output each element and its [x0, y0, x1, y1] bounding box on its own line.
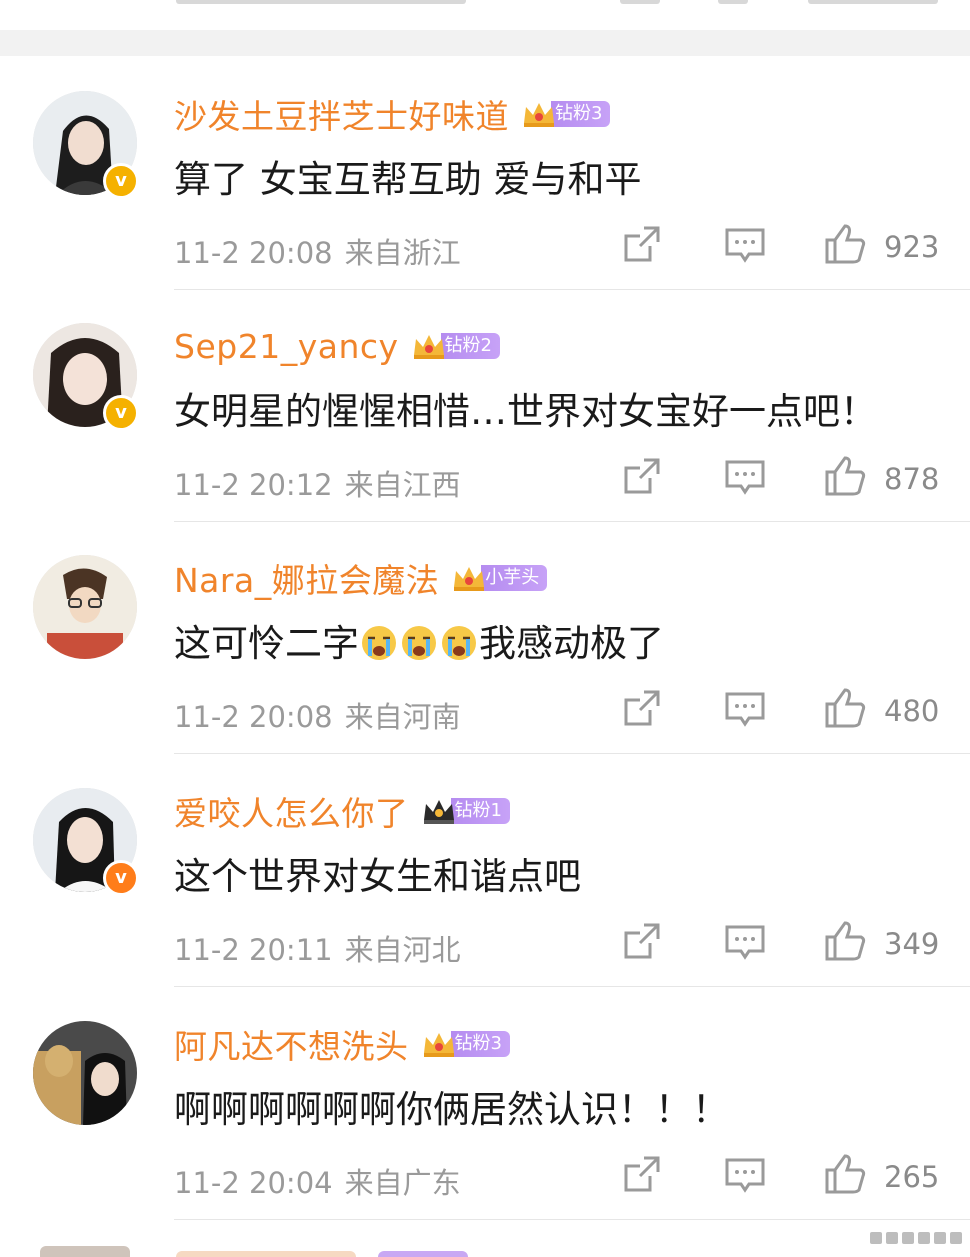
- comment-meta: 11-2 20:12 来自江西: [174, 462, 461, 504]
- comment-location: 来自广东: [344, 1166, 461, 1200]
- divider: [174, 1219, 970, 1220]
- comment-text: 啊啊啊啊啊啊你俩居然认识！！！: [174, 1088, 729, 1131]
- fan-badge-label: 钻粉3: [450, 1031, 510, 1057]
- thumbs-up-icon[interactable]: [823, 686, 867, 730]
- thumbs-up-icon[interactable]: [823, 919, 867, 963]
- section-separator: [0, 30, 970, 56]
- fan-badge[interactable]: 钻粉2: [411, 331, 500, 361]
- share-icon[interactable]: [620, 919, 664, 963]
- divider: [174, 986, 970, 987]
- crown-icon: [423, 800, 454, 824]
- watermark-dots: [870, 1232, 962, 1244]
- avatar[interactable]: [33, 555, 137, 659]
- fan-badge-label: 小芋头: [481, 565, 548, 591]
- comment-text: 这可怜二字 我感动极了: [174, 613, 664, 667]
- comment-item: v 沙发土豆拌芝士好味道 钻粉3 算了 女宝互帮互助 爱与和平 11-2 20:…: [0, 58, 970, 290]
- fan-badge-label: 钻粉2: [440, 333, 500, 359]
- username-link[interactable]: 爱咬人怎么你了: [174, 787, 409, 835]
- comment-meta: 11-2 20:08 来自浙江: [174, 230, 461, 272]
- divider: [174, 753, 970, 754]
- fan-badge[interactable]: 钻粉3: [521, 99, 611, 129]
- comment-text-part: 这可怜二字: [174, 622, 359, 665]
- like-count: 480: [884, 694, 940, 728]
- comment-time: 11-2 20:08: [174, 236, 333, 270]
- crying-emoji-icon: [442, 626, 476, 660]
- comment-text: 女明星的惺惺相惜…世界对女宝好一点吧！: [174, 390, 877, 433]
- comment-time: 11-2 20:08: [174, 700, 333, 734]
- crown-icon: [413, 335, 444, 359]
- like-count: 878: [884, 462, 940, 496]
- comment-item: 阿凡达不想洗头 钻粉3 啊啊啊啊啊啊你俩居然认识！！！ 11-2 20:04 来自…: [0, 988, 970, 1220]
- previous-post-action-bar: [0, 0, 970, 30]
- comment-icon[interactable]: [723, 454, 767, 498]
- comment-meta: 11-2 20:08 来自河南: [174, 694, 461, 736]
- comment-icon[interactable]: [723, 1152, 767, 1196]
- like-count: 349: [884, 927, 940, 961]
- crown-icon: [423, 1033, 454, 1057]
- username-link[interactable]: 阿凡达不想洗头: [174, 1020, 409, 1068]
- fan-badge[interactable]: 钻粉3: [421, 1029, 510, 1059]
- comment-item: v 爱咬人怎么你了 钻粉1 这个世界对女生和谐点吧 11-2 20:11 来自河北…: [0, 755, 970, 987]
- fan-badge-label: 钻粉3: [551, 101, 611, 127]
- username-link[interactable]: Nara_娜拉会魔法: [174, 554, 439, 602]
- username-link[interactable]: Sep21_yancy: [174, 327, 399, 366]
- comment-location: 来自河北: [344, 933, 461, 967]
- fan-badge[interactable]: 小芋头: [451, 563, 548, 593]
- comment-time: 11-2 20:04: [174, 1166, 333, 1200]
- thumbs-up-icon[interactable]: [823, 1152, 867, 1196]
- like-count: 923: [884, 230, 940, 264]
- crying-emoji-icon: [402, 626, 436, 660]
- comment-item: Nara_娜拉会魔法 小芋头 这可怜二字 我感动极了 11-2 20:08 来自河南…: [0, 522, 970, 754]
- share-icon[interactable]: [620, 454, 664, 498]
- comment-text: 这个世界对女生和谐点吧: [174, 855, 581, 898]
- next-comment-badge-stub: [378, 1251, 468, 1257]
- verified-v-icon: v: [103, 163, 139, 199]
- share-icon[interactable]: [620, 1152, 664, 1196]
- crying-emoji-icon: [362, 626, 396, 660]
- comment-text: 算了 女宝互帮互助 爱与和平: [174, 158, 642, 201]
- comment-text-part: 我感动极了: [479, 622, 664, 665]
- next-comment-name-stub: [176, 1251, 356, 1257]
- username-link[interactable]: 沙发土豆拌芝士好味道: [174, 90, 509, 138]
- share-icon[interactable]: [620, 686, 664, 730]
- comment-location: 来自河南: [344, 700, 461, 734]
- comment-time: 11-2 20:11: [174, 933, 333, 967]
- share-icon[interactable]: [620, 222, 664, 266]
- comment-item: v Sep21_yancy 钻粉2 女明星的惺惺相惜…世界对女宝好一点吧！ 11…: [0, 290, 970, 522]
- comment-icon[interactable]: [723, 919, 767, 963]
- comment-meta: 11-2 20:11 来自河北: [174, 927, 461, 969]
- comment-time: 11-2 20:12: [174, 468, 333, 502]
- fan-badge[interactable]: 钻粉1: [421, 796, 510, 826]
- verified-v-icon: v: [103, 395, 139, 431]
- verified-v-icon: v: [103, 860, 139, 896]
- like-count: 265: [884, 1160, 940, 1194]
- next-comment-avatar-stub: [40, 1246, 130, 1257]
- comment-icon[interactable]: [723, 222, 767, 266]
- comment-icon[interactable]: [723, 686, 767, 730]
- crown-icon: [524, 103, 554, 127]
- comment-meta: 11-2 20:04 来自广东: [174, 1160, 461, 1202]
- thumbs-up-icon[interactable]: [823, 222, 867, 266]
- comment-location: 来自浙江: [344, 236, 461, 270]
- crown-icon: [454, 567, 485, 591]
- fan-badge-label: 钻粉1: [450, 798, 510, 824]
- comment-location: 来自江西: [344, 468, 461, 502]
- avatar[interactable]: [33, 1021, 137, 1125]
- thumbs-up-icon[interactable]: [823, 454, 867, 498]
